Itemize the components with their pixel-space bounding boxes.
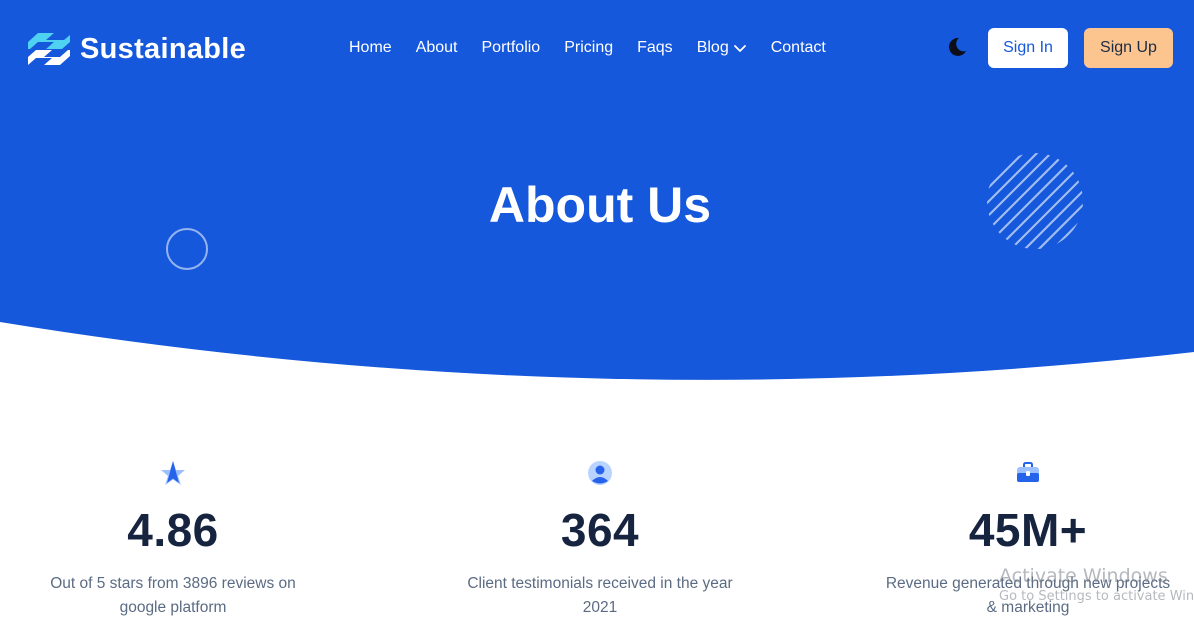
nav-faqs[interactable]: Faqs [637, 39, 673, 57]
stat-description: Revenue generated through new projects &… [885, 575, 1171, 616]
stat-value: 364 [560, 504, 640, 556]
nav-menu: Home About Portfolio Pricing Faqs Blog C… [349, 36, 850, 60]
brand-name: Sustainable [80, 32, 247, 65]
sign-up-button[interactable]: Sign Up [1084, 28, 1173, 68]
star-icon [161, 461, 185, 485]
stat-description: Client testimonials received in the year… [467, 575, 733, 616]
nav-home[interactable]: Home [349, 39, 392, 57]
nav-about[interactable]: About [416, 39, 458, 57]
nav-portfolio[interactable]: Portfolio [482, 39, 541, 57]
user-icon [588, 461, 612, 485]
nav-pricing[interactable]: Pricing [564, 39, 613, 57]
chevron-down-icon [733, 45, 746, 52]
page-title: About Us [488, 177, 712, 233]
sustainable-logo-icon [28, 33, 70, 65]
stat-rating: 4.86 Out of 5 stars from 3896 reviews on… [13, 458, 333, 620]
top-navbar: Sustainable Home About Portfolio Pricing… [0, 0, 1194, 96]
briefcase-icon [1017, 462, 1039, 482]
moon-icon[interactable] [946, 36, 968, 58]
stat-revenue: 45M+ Revenue generated through new proje… [868, 458, 1188, 620]
stat-value: 45M+ [968, 504, 1088, 556]
sign-in-button[interactable]: Sign In [988, 28, 1068, 68]
nav-blog-dropdown[interactable]: Blog [697, 39, 747, 57]
decorative-circle [166, 228, 208, 270]
nav-contact[interactable]: Contact [771, 39, 826, 57]
stat-value: 4.86 [127, 504, 219, 556]
stat-testimonials: 364 Client testimonials received in the … [440, 458, 760, 620]
brand-logo[interactable]: Sustainable [28, 30, 246, 68]
stat-description: Out of 5 stars from 3896 reviews on goog… [50, 575, 296, 616]
nav-blog-label: Blog [696, 39, 729, 56]
